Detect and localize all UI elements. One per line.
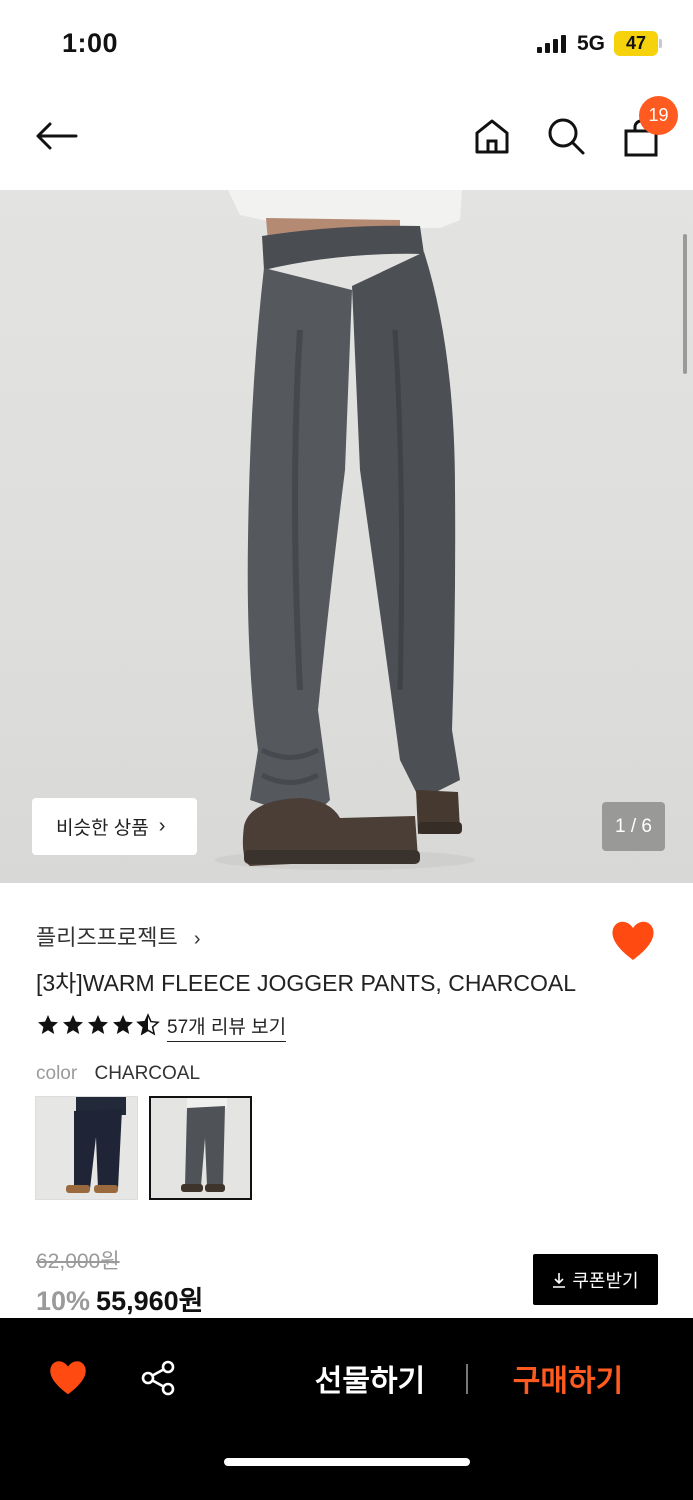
brand-link[interactable]: 플리즈프로젝트 › <box>36 920 200 952</box>
coupon-label: 쿠폰받기 <box>572 1270 639 1291</box>
star-icon <box>113 1015 133 1034</box>
scroll-indicator <box>683 234 687 374</box>
network-label: 5G <box>577 32 606 55</box>
bottom-action-bar: 선물하기 구매하기 <box>0 1318 693 1500</box>
color-value: CHARCOAL <box>94 1063 201 1084</box>
color-swatch-charcoal[interactable] <box>149 1096 252 1200</box>
share-button[interactable] <box>140 1360 176 1396</box>
color-swatch-navy[interactable] <box>35 1096 138 1200</box>
signal-icon <box>537 35 569 53</box>
cart-count-badge: 19 <box>639 96 678 135</box>
divider <box>466 1364 468 1394</box>
heart-icon <box>612 921 654 960</box>
search-icon <box>548 118 585 155</box>
favorite-button[interactable] <box>610 918 656 962</box>
rating-stars <box>36 1013 160 1037</box>
reviews-link[interactable]: 57개 리뷰 보기 <box>167 1012 287 1042</box>
back-button[interactable] <box>30 110 82 162</box>
download-icon <box>553 1272 566 1288</box>
coupon-button[interactable]: 쿠폰받기 <box>533 1254 658 1305</box>
similar-products-label: 비슷한 상품 <box>56 818 149 839</box>
swatch-thumbnail <box>151 1098 250 1198</box>
price-row: 10% 55,960원 <box>36 1279 203 1318</box>
product-image-gallery[interactable]: 비슷한 상품 › 1 / 6 <box>0 190 693 883</box>
like-button[interactable] <box>48 1358 88 1396</box>
buy-button[interactable]: 구매하기 <box>488 1356 648 1400</box>
swatch-thumbnail <box>36 1097 137 1199</box>
heart-icon <box>50 1361 86 1395</box>
battery-tip <box>659 39 662 48</box>
top-nav <box>0 90 693 190</box>
brand-name: 플리즈프로젝트 <box>36 925 178 950</box>
home-button[interactable] <box>466 110 518 162</box>
gift-button[interactable]: 선물하기 <box>290 1356 450 1400</box>
similar-products-button[interactable]: 비슷한 상품 › <box>32 798 197 855</box>
star-icon <box>38 1015 58 1034</box>
search-button[interactable] <box>540 110 592 162</box>
product-title: [3차]WARM FLEECE JOGGER PANTS, CHARCOAL <box>36 970 577 996</box>
product-photo <box>215 190 475 870</box>
arrow-left-icon <box>36 122 78 150</box>
color-label: color <box>36 1063 78 1084</box>
home-indicator <box>224 1458 470 1466</box>
home-icon <box>475 119 509 154</box>
battery-icon: 47 <box>614 31 658 56</box>
star-icon <box>63 1015 83 1034</box>
image-counter: 1 / 6 <box>602 802 665 851</box>
discount-rate: 10% <box>36 1286 91 1316</box>
color-option-label: color CHARCOAL <box>36 1063 200 1085</box>
status-bar: 1:00 5G 47 <box>0 0 693 90</box>
share-icon <box>141 1360 175 1396</box>
star-half-icon <box>136 1013 160 1036</box>
star-icon <box>88 1015 108 1034</box>
chevron-right-icon: › <box>193 928 201 950</box>
chevron-right-icon: › <box>158 815 166 837</box>
status-time: 1:00 <box>62 28 119 58</box>
original-price: 62,000원 <box>36 1250 120 1273</box>
sale-price: 55,960원 <box>96 1286 204 1316</box>
